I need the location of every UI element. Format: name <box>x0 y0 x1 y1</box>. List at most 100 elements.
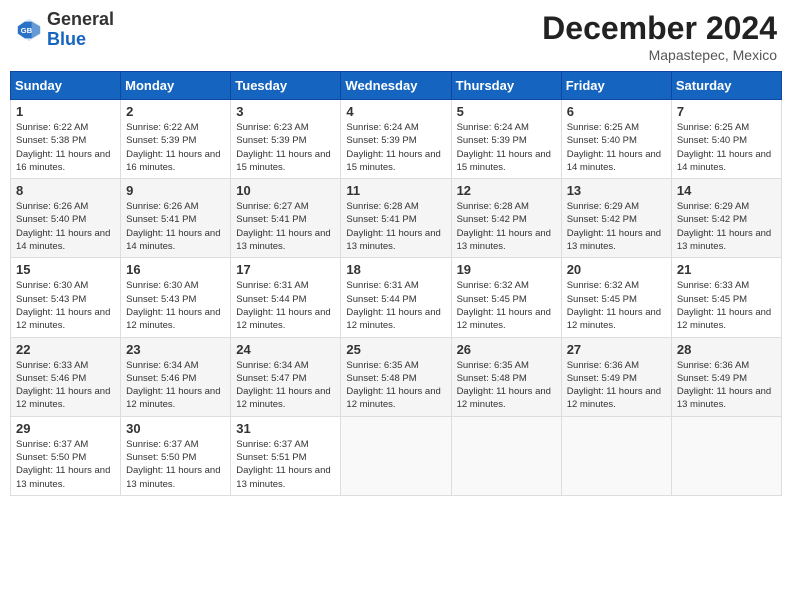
day-info: Sunrise: 6:24 AM Sunset: 5:39 PM Dayligh… <box>457 121 556 174</box>
day-info: Sunrise: 6:32 AM Sunset: 5:45 PM Dayligh… <box>567 279 666 332</box>
calendar-day-header: Thursday <box>451 72 561 100</box>
day-info: Sunrise: 6:33 AM Sunset: 5:46 PM Dayligh… <box>16 359 115 412</box>
day-info: Sunrise: 6:23 AM Sunset: 5:39 PM Dayligh… <box>236 121 335 174</box>
month-title: December 2024 <box>542 10 777 47</box>
calendar-week-row: 22 Sunrise: 6:33 AM Sunset: 5:46 PM Dayl… <box>11 337 782 416</box>
calendar-day-cell: 26 Sunrise: 6:35 AM Sunset: 5:48 PM Dayl… <box>451 337 561 416</box>
day-info: Sunrise: 6:37 AM Sunset: 5:50 PM Dayligh… <box>16 438 115 491</box>
day-info: Sunrise: 6:26 AM Sunset: 5:40 PM Dayligh… <box>16 200 115 253</box>
calendar-day-cell <box>341 416 451 495</box>
calendar-day-cell: 24 Sunrise: 6:34 AM Sunset: 5:47 PM Dayl… <box>231 337 341 416</box>
day-info: Sunrise: 6:30 AM Sunset: 5:43 PM Dayligh… <box>16 279 115 332</box>
day-info: Sunrise: 6:34 AM Sunset: 5:47 PM Dayligh… <box>236 359 335 412</box>
calendar-day-cell: 2 Sunrise: 6:22 AM Sunset: 5:39 PM Dayli… <box>121 100 231 179</box>
day-info: Sunrise: 6:33 AM Sunset: 5:45 PM Dayligh… <box>677 279 776 332</box>
calendar-day-cell: 6 Sunrise: 6:25 AM Sunset: 5:40 PM Dayli… <box>561 100 671 179</box>
day-number: 9 <box>126 183 225 198</box>
calendar-day-header: Wednesday <box>341 72 451 100</box>
calendar-week-row: 8 Sunrise: 6:26 AM Sunset: 5:40 PM Dayli… <box>11 179 782 258</box>
calendar-day-cell <box>671 416 781 495</box>
day-number: 10 <box>236 183 335 198</box>
calendar-day-cell: 4 Sunrise: 6:24 AM Sunset: 5:39 PM Dayli… <box>341 100 451 179</box>
calendar-week-row: 29 Sunrise: 6:37 AM Sunset: 5:50 PM Dayl… <box>11 416 782 495</box>
day-number: 16 <box>126 262 225 277</box>
day-number: 20 <box>567 262 666 277</box>
calendar-day-cell: 8 Sunrise: 6:26 AM Sunset: 5:40 PM Dayli… <box>11 179 121 258</box>
calendar-day-cell: 22 Sunrise: 6:33 AM Sunset: 5:46 PM Dayl… <box>11 337 121 416</box>
calendar-day-cell: 13 Sunrise: 6:29 AM Sunset: 5:42 PM Dayl… <box>561 179 671 258</box>
day-number: 19 <box>457 262 556 277</box>
day-info: Sunrise: 6:36 AM Sunset: 5:49 PM Dayligh… <box>677 359 776 412</box>
calendar-day-cell: 18 Sunrise: 6:31 AM Sunset: 5:44 PM Dayl… <box>341 258 451 337</box>
day-number: 15 <box>16 262 115 277</box>
day-number: 26 <box>457 342 556 357</box>
day-info: Sunrise: 6:26 AM Sunset: 5:41 PM Dayligh… <box>126 200 225 253</box>
calendar-day-cell: 27 Sunrise: 6:36 AM Sunset: 5:49 PM Dayl… <box>561 337 671 416</box>
calendar-week-row: 15 Sunrise: 6:30 AM Sunset: 5:43 PM Dayl… <box>11 258 782 337</box>
day-number: 18 <box>346 262 445 277</box>
day-info: Sunrise: 6:22 AM Sunset: 5:39 PM Dayligh… <box>126 121 225 174</box>
logo-text: General Blue <box>47 10 114 50</box>
calendar-day-cell: 3 Sunrise: 6:23 AM Sunset: 5:39 PM Dayli… <box>231 100 341 179</box>
calendar-day-cell: 21 Sunrise: 6:33 AM Sunset: 5:45 PM Dayl… <box>671 258 781 337</box>
day-info: Sunrise: 6:28 AM Sunset: 5:41 PM Dayligh… <box>346 200 445 253</box>
day-number: 1 <box>16 104 115 119</box>
day-number: 17 <box>236 262 335 277</box>
day-info: Sunrise: 6:34 AM Sunset: 5:46 PM Dayligh… <box>126 359 225 412</box>
calendar-day-cell: 1 Sunrise: 6:22 AM Sunset: 5:38 PM Dayli… <box>11 100 121 179</box>
calendar-day-cell: 17 Sunrise: 6:31 AM Sunset: 5:44 PM Dayl… <box>231 258 341 337</box>
logo: GB General Blue <box>15 10 114 50</box>
day-number: 22 <box>16 342 115 357</box>
day-number: 12 <box>457 183 556 198</box>
day-number: 29 <box>16 421 115 436</box>
day-number: 23 <box>126 342 225 357</box>
calendar-day-cell: 5 Sunrise: 6:24 AM Sunset: 5:39 PM Dayli… <box>451 100 561 179</box>
calendar-day-cell: 23 Sunrise: 6:34 AM Sunset: 5:46 PM Dayl… <box>121 337 231 416</box>
calendar-day-cell: 16 Sunrise: 6:30 AM Sunset: 5:43 PM Dayl… <box>121 258 231 337</box>
day-number: 5 <box>457 104 556 119</box>
calendar-day-header: Sunday <box>11 72 121 100</box>
calendar-day-cell: 31 Sunrise: 6:37 AM Sunset: 5:51 PM Dayl… <box>231 416 341 495</box>
calendar-week-row: 1 Sunrise: 6:22 AM Sunset: 5:38 PM Dayli… <box>11 100 782 179</box>
calendar-day-header: Tuesday <box>231 72 341 100</box>
day-info: Sunrise: 6:31 AM Sunset: 5:44 PM Dayligh… <box>346 279 445 332</box>
logo-icon: GB <box>15 16 43 44</box>
calendar-day-cell: 28 Sunrise: 6:36 AM Sunset: 5:49 PM Dayl… <box>671 337 781 416</box>
title-area: December 2024 Mapastepec, Mexico <box>542 10 777 63</box>
day-info: Sunrise: 6:29 AM Sunset: 5:42 PM Dayligh… <box>677 200 776 253</box>
day-info: Sunrise: 6:27 AM Sunset: 5:41 PM Dayligh… <box>236 200 335 253</box>
day-info: Sunrise: 6:35 AM Sunset: 5:48 PM Dayligh… <box>457 359 556 412</box>
calendar-day-cell: 20 Sunrise: 6:32 AM Sunset: 5:45 PM Dayl… <box>561 258 671 337</box>
calendar-day-header: Friday <box>561 72 671 100</box>
calendar-day-cell: 14 Sunrise: 6:29 AM Sunset: 5:42 PM Dayl… <box>671 179 781 258</box>
day-number: 25 <box>346 342 445 357</box>
day-info: Sunrise: 6:22 AM Sunset: 5:38 PM Dayligh… <box>16 121 115 174</box>
day-info: Sunrise: 6:31 AM Sunset: 5:44 PM Dayligh… <box>236 279 335 332</box>
day-info: Sunrise: 6:37 AM Sunset: 5:51 PM Dayligh… <box>236 438 335 491</box>
location: Mapastepec, Mexico <box>542 47 777 63</box>
calendar-day-cell: 7 Sunrise: 6:25 AM Sunset: 5:40 PM Dayli… <box>671 100 781 179</box>
day-number: 28 <box>677 342 776 357</box>
day-number: 14 <box>677 183 776 198</box>
calendar-day-cell: 29 Sunrise: 6:37 AM Sunset: 5:50 PM Dayl… <box>11 416 121 495</box>
day-number: 3 <box>236 104 335 119</box>
day-info: Sunrise: 6:24 AM Sunset: 5:39 PM Dayligh… <box>346 121 445 174</box>
page-header: GB General Blue December 2024 Mapastepec… <box>10 10 782 63</box>
day-info: Sunrise: 6:28 AM Sunset: 5:42 PM Dayligh… <box>457 200 556 253</box>
calendar-day-cell: 11 Sunrise: 6:28 AM Sunset: 5:41 PM Dayl… <box>341 179 451 258</box>
day-number: 21 <box>677 262 776 277</box>
day-number: 4 <box>346 104 445 119</box>
calendar-day-cell: 19 Sunrise: 6:32 AM Sunset: 5:45 PM Dayl… <box>451 258 561 337</box>
day-number: 13 <box>567 183 666 198</box>
calendar-day-cell: 10 Sunrise: 6:27 AM Sunset: 5:41 PM Dayl… <box>231 179 341 258</box>
calendar-day-header: Saturday <box>671 72 781 100</box>
day-number: 8 <box>16 183 115 198</box>
calendar-day-cell <box>561 416 671 495</box>
day-info: Sunrise: 6:35 AM Sunset: 5:48 PM Dayligh… <box>346 359 445 412</box>
day-number: 7 <box>677 104 776 119</box>
day-info: Sunrise: 6:30 AM Sunset: 5:43 PM Dayligh… <box>126 279 225 332</box>
calendar-day-cell: 30 Sunrise: 6:37 AM Sunset: 5:50 PM Dayl… <box>121 416 231 495</box>
calendar-day-cell <box>451 416 561 495</box>
day-number: 31 <box>236 421 335 436</box>
day-info: Sunrise: 6:25 AM Sunset: 5:40 PM Dayligh… <box>567 121 666 174</box>
